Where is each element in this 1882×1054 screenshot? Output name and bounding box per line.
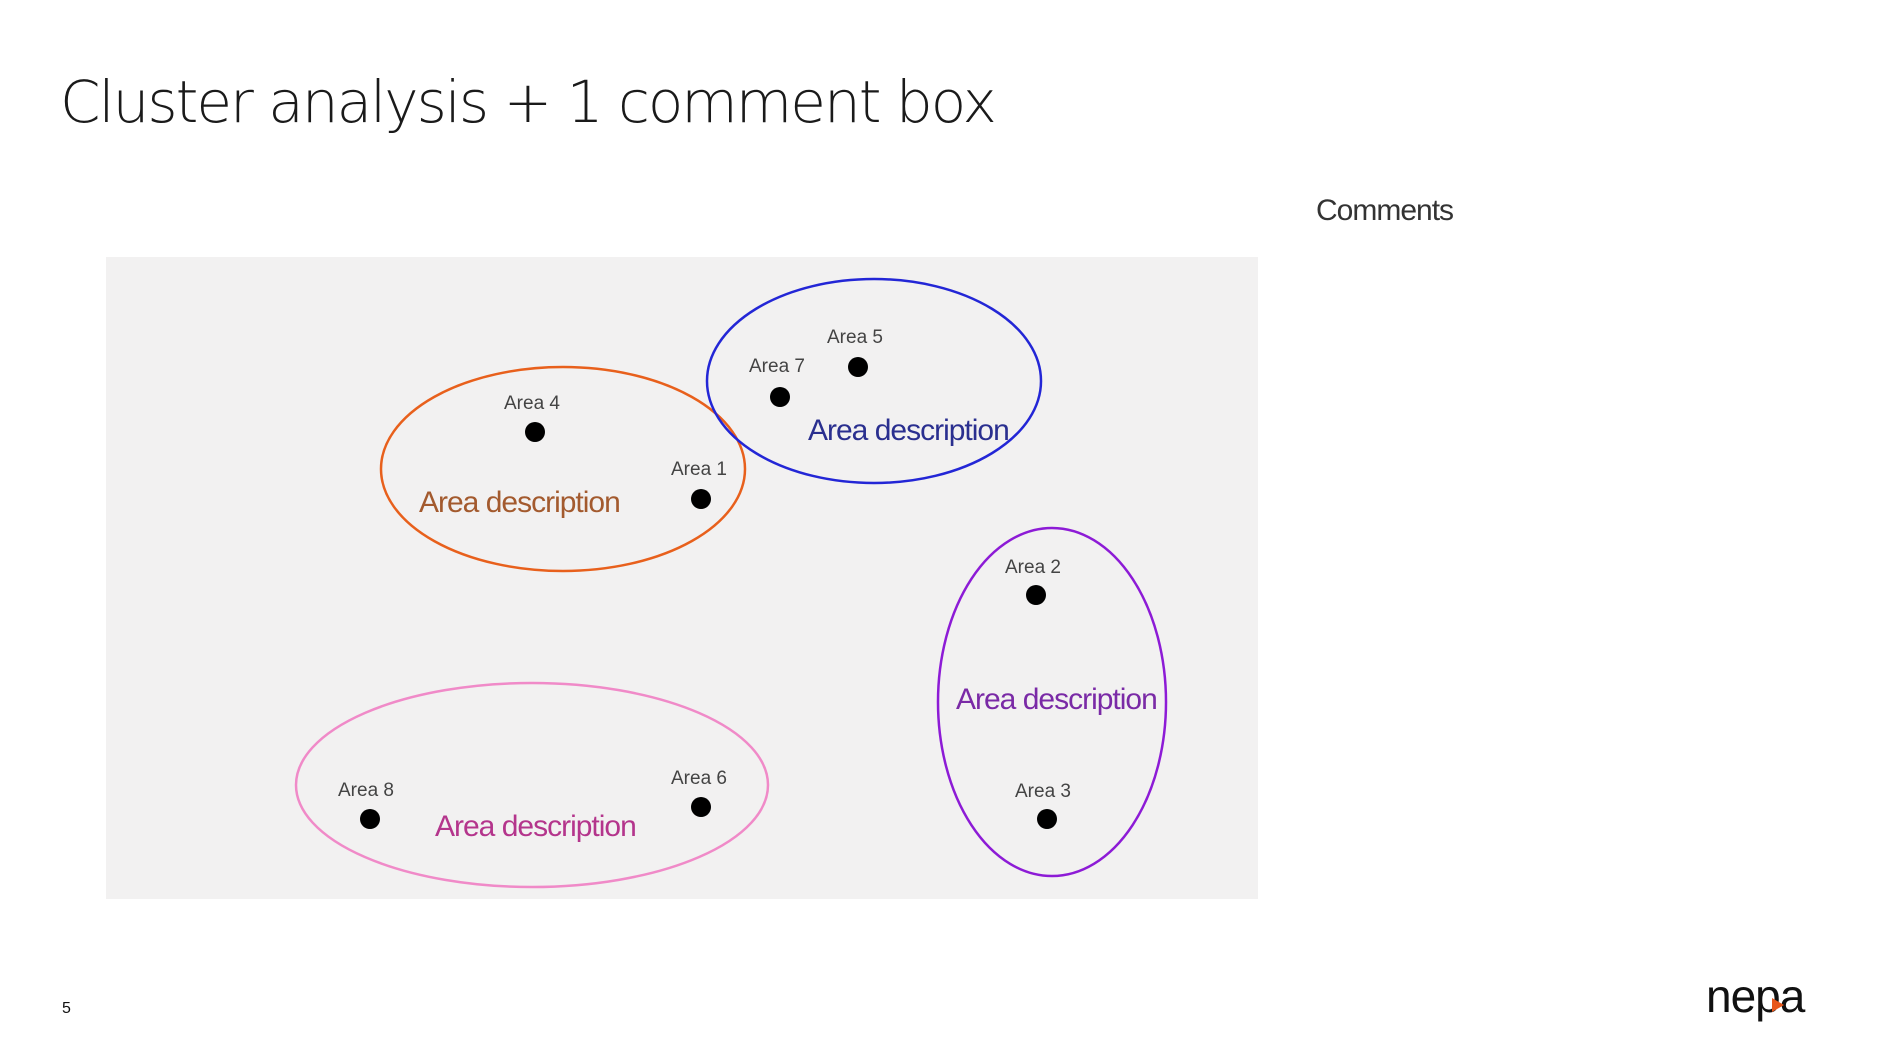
point-area-2 [1026,585,1046,605]
comments-heading: Comments [1316,194,1454,227]
point-area-4 [525,422,545,442]
cluster-diagram-canvas: Area description Area description Area d… [294,277,1168,889]
cluster-ellipse-blue [705,277,1043,485]
point-area-6 [691,797,711,817]
point-label-area-6: Area 6 [671,768,727,789]
point-label-area-5: Area 5 [827,327,883,348]
point-label-area-8: Area 8 [338,780,394,801]
comments-box[interactable] [1316,250,1816,900]
point-area-3 [1037,809,1057,829]
page-number: 5 [62,1000,71,1017]
cluster-label-purple: Area description [956,683,1157,716]
slide-title: Cluster analysis + 1 comment box [60,68,997,136]
svg-text:nepa: nepa [1706,976,1806,1022]
point-label-area-2: Area 2 [1005,557,1061,578]
cluster-label-blue: Area description [808,414,1009,447]
cluster-diagram: Area description Area description Area d… [106,257,1258,899]
point-area-5 [848,357,868,377]
nepa-logo-mark: nepa [1706,970,1807,1022]
point-label-area-7: Area 7 [749,356,805,377]
nepa-logo: nepa [1706,970,1836,1032]
point-area-7 [770,387,790,407]
cluster-label-orange: Area description [419,486,620,519]
point-label-area-4: Area 4 [504,393,560,414]
cluster-label-pink: Area description [435,810,636,843]
point-area-1 [691,489,711,509]
point-area-8 [360,809,380,829]
point-label-area-1: Area 1 [671,459,727,480]
point-label-area-3: Area 3 [1015,781,1071,802]
